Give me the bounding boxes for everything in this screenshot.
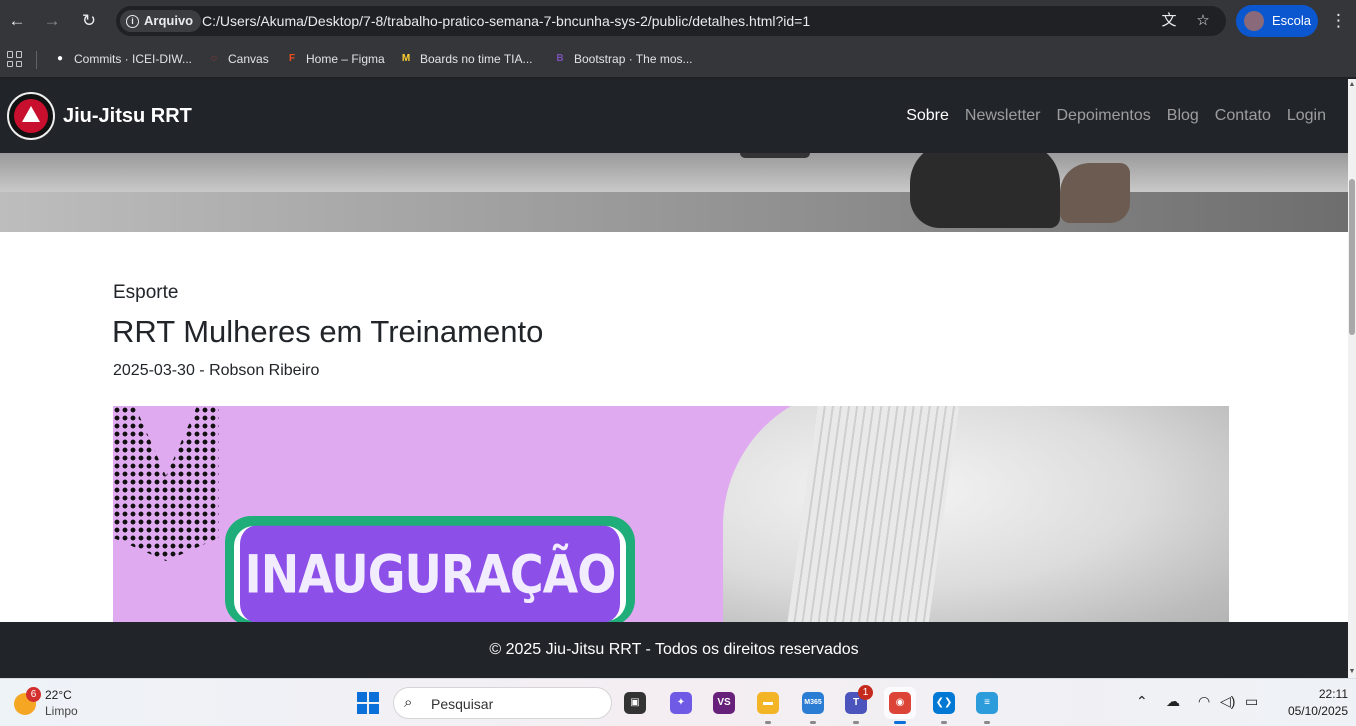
weather-badge: 6 [26, 687, 41, 702]
vscode-icon: ❮❯ [933, 692, 955, 714]
taskbar-app-teams[interactable]: T1 [840, 685, 873, 724]
taskbar: 6 22°C Limpo ⌕ Pesquisar ▣ ✦ VS ▬ M365 T 1 ◉ ❮❯ ≡… [0, 678, 1356, 726]
bookmark-label: Commits · ICEI-DIW... [74, 52, 192, 66]
weather-widget[interactable]: 6 22°C Limpo [12, 685, 92, 721]
weather-temp: 22°C [45, 688, 72, 702]
site-info-label: Arquivo [144, 13, 194, 28]
copilot-icon: ✦ [670, 692, 692, 714]
article-banner-image: INAUGURAÇÃO [113, 406, 1229, 622]
search-icon: ⌕ [404, 694, 413, 711]
microsoft-365-icon: M365 [802, 692, 824, 714]
nav-link-sobre[interactable]: Sobre [906, 107, 949, 125]
start-button[interactable] [357, 692, 379, 714]
nav-link-depoimentos[interactable]: Depoimentos [1056, 107, 1150, 125]
bookmarks-separator [36, 51, 37, 69]
weather-condition: Limpo [45, 704, 78, 718]
battery-icon[interactable]: ▭ [1245, 693, 1258, 710]
site-navbar: Jiu-Jitsu RRT Sobre Newsletter Depoimentos… [0, 79, 1348, 153]
info-icon: i [126, 14, 139, 28]
github-icon: ● [56, 53, 64, 64]
onedrive-icon[interactable]: ☁ [1166, 693, 1180, 710]
taskbar-app-copilot[interactable]: ✦ [665, 687, 697, 719]
miro-icon: M [401, 53, 411, 64]
site-footer: © 2025 Jiu-Jitsu RRT - Todos os direitos… [0, 622, 1348, 678]
article-meta: 2025-03-30 - Robson Ribeiro [113, 362, 320, 379]
bookmark-star-icon[interactable]: ☆ [1192, 10, 1214, 32]
article-category: Esporte [113, 282, 179, 303]
browser-menu-icon[interactable]: ⋮ [1330, 9, 1347, 33]
article-content: Esporte RRT Mulheres em Treinamento 2025… [0, 232, 1348, 622]
running-indicator [941, 721, 947, 724]
taskbar-app-task-view[interactable]: ▣ [619, 687, 651, 719]
brand-logo[interactable] [7, 92, 55, 140]
bookmark-item[interactable]: ◌ Canvas [206, 42, 269, 76]
taskbar-search[interactable]: ⌕ Pesquisar [393, 687, 612, 719]
back-icon[interactable]: ← [5, 9, 29, 33]
browser-toolbar: ← → ↻ i Arquivo C:/Users/Akuma/Desktop/7… [0, 0, 1356, 42]
profile-label: Escola [1272, 13, 1312, 28]
scrollbar-thumb[interactable] [1349, 179, 1355, 335]
url-text[interactable]: C:/Users/Akuma/Desktop/7-8/trabalho-prat… [202, 6, 810, 36]
volume-icon[interactable]: ◁) [1220, 693, 1235, 710]
search-placeholder: Pesquisar [431, 696, 494, 712]
bookmark-label: Bootstrap · The mos... [574, 52, 693, 66]
bookmark-item[interactable]: M Boards no time TIA... [398, 42, 533, 76]
running-indicator [853, 721, 859, 724]
address-bar[interactable]: i Arquivo C:/Users/Akuma/Desktop/7-8/tra… [116, 6, 1226, 36]
notepad-icon: ≡ [976, 692, 998, 714]
bookmark-item[interactable]: B Bootstrap · The mos... [552, 42, 693, 76]
article-title: RRT Mulheres em Treinamento [112, 314, 544, 349]
banner-text: INAUGURAÇÃO [240, 525, 620, 622]
brand-name[interactable]: Jiu-Jitsu RRT [63, 79, 192, 153]
running-indicator [984, 721, 990, 724]
taskbar-app-visual-studio[interactable]: VS [708, 687, 740, 719]
bookmark-item[interactable]: F Home – Figma [284, 42, 385, 76]
clock-time: 22:11 [1318, 687, 1348, 701]
profile-button[interactable]: Escola [1236, 5, 1318, 37]
nav-link-contato[interactable]: Contato [1215, 107, 1271, 125]
avatar [1244, 11, 1264, 31]
bookmarks-bar: ● Commits · ICEI-DIW... ◌ Canvas F Home – Fig… [0, 42, 1356, 78]
bookmark-label: Boards no time TIA... [420, 52, 533, 66]
scroll-down-icon[interactable]: ▼ [1348, 668, 1356, 676]
bookmark-item[interactable]: ● Commits · ICEI-DIW... [52, 42, 192, 76]
visual-studio-icon: VS [713, 692, 735, 714]
canvas-icon: ◌ [211, 53, 217, 64]
apps-grid-icon[interactable] [7, 51, 23, 67]
translate-icon[interactable]: 文 [1158, 10, 1180, 32]
reload-icon[interactable]: ↻ [77, 9, 101, 33]
notification-badge: 1 [858, 685, 873, 700]
taskbar-app-file-explorer[interactable]: ▬ [752, 687, 784, 724]
running-indicator [894, 721, 906, 724]
scroll-up-icon[interactable]: ▲ [1348, 81, 1356, 89]
file-explorer-icon: ▬ [757, 692, 779, 714]
task-view-icon: ▣ [624, 692, 646, 714]
nav-link-login[interactable]: Login [1287, 107, 1326, 125]
nav-links: Sobre Newsletter Depoimentos Blog Contato Log… [906, 79, 1326, 153]
site-info-chip[interactable]: i Arquivo [120, 10, 202, 32]
page-scrollbar[interactable]: ▲ ▼ [1348, 79, 1356, 678]
clock-date: 05/10/2025 [1287, 704, 1348, 718]
taskbar-app-notepad[interactable]: ≡ [971, 687, 1003, 724]
nav-link-blog[interactable]: Blog [1167, 107, 1199, 125]
chrome-icon: ◉ [889, 692, 911, 714]
nav-link-newsletter[interactable]: Newsletter [965, 107, 1041, 125]
bookmark-label: Home – Figma [306, 52, 385, 66]
running-indicator [765, 721, 771, 724]
taskbar-app-vscode[interactable]: ❮❯ [928, 687, 960, 724]
forward-icon[interactable]: → [40, 9, 64, 33]
tray-chevron-icon[interactable]: ⌃ [1136, 693, 1148, 710]
wifi-icon[interactable]: ◠ [1198, 693, 1210, 710]
taskbar-app-microsoft-365[interactable]: M365 [797, 687, 829, 724]
taskbar-app-chrome[interactable]: ◉ [884, 687, 916, 724]
bootstrap-icon: B [556, 53, 564, 64]
bookmark-label: Canvas [228, 52, 269, 66]
clock[interactable]: 22:11 05/10/2025 [1268, 686, 1348, 720]
figma-icon: F [288, 53, 296, 64]
running-indicator [810, 721, 816, 724]
hero-image [0, 153, 1348, 232]
footer-text: © 2025 Jiu-Jitsu RRT - Todos os direitos… [489, 641, 859, 658]
